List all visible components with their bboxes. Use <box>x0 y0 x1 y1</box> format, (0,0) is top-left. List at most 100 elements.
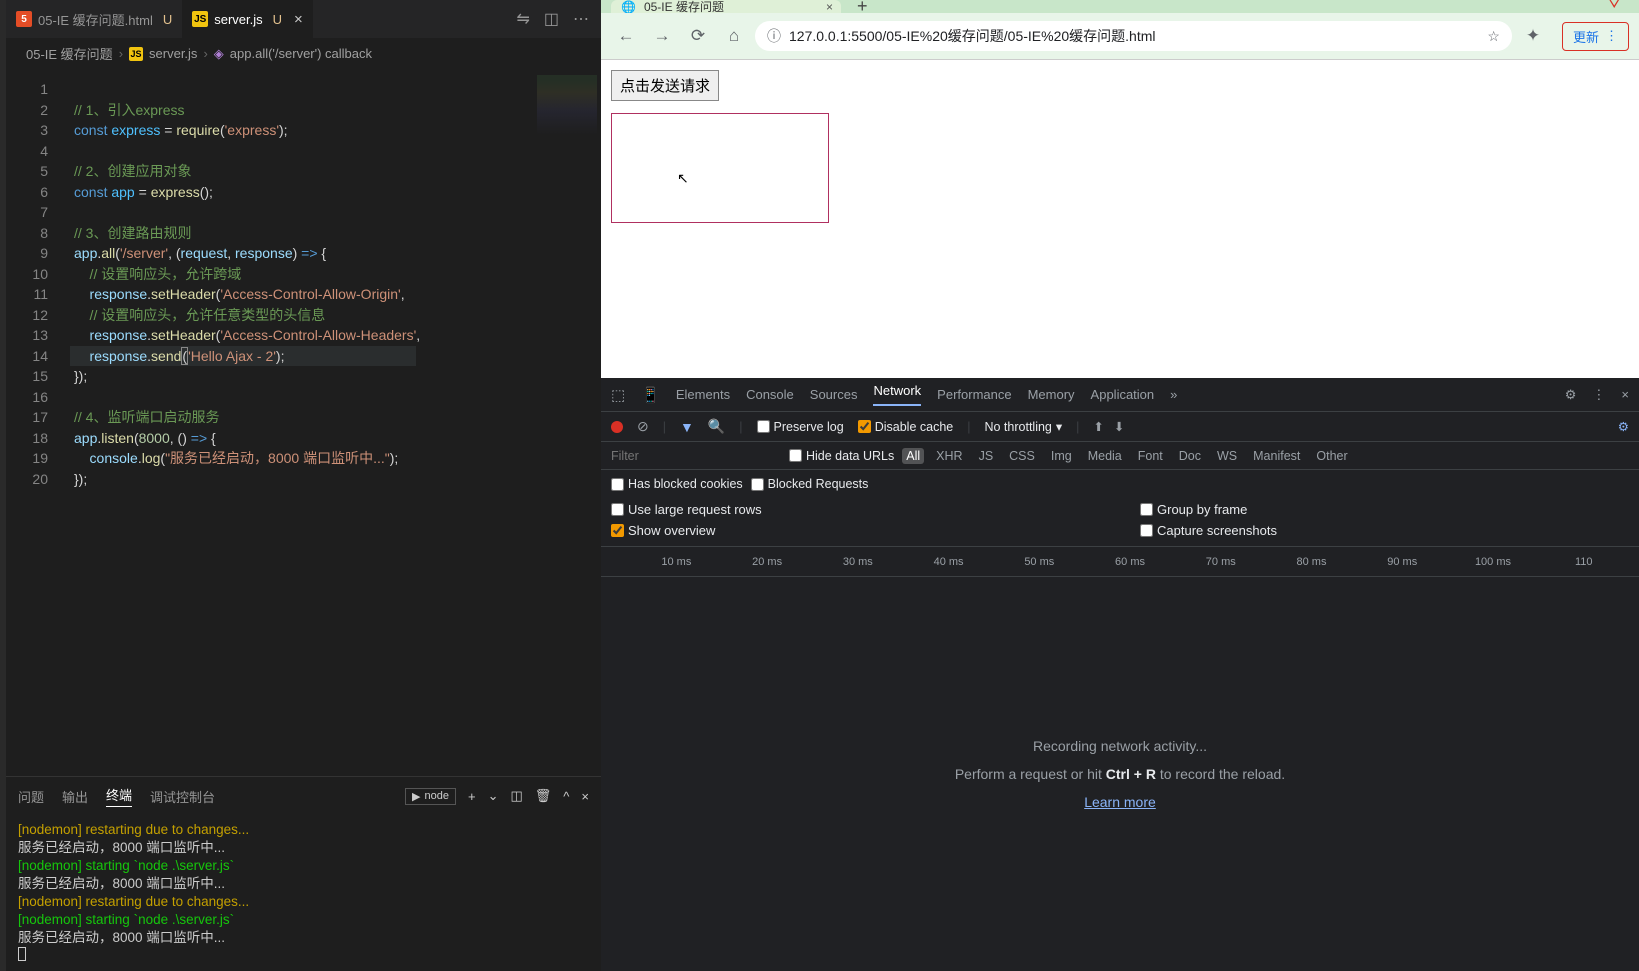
hide-data-urls-checkbox[interactable]: Hide data URLs <box>789 449 894 463</box>
js-file-icon: JS <box>192 11 208 27</box>
filter-icon[interactable]: ▼ <box>680 419 694 435</box>
tab-debug-console[interactable]: 调试控制台 <box>150 787 215 806</box>
page-content: 点击发送请求 ↖ <box>601 60 1639 378</box>
filter-type-xhr[interactable]: XHR <box>932 448 966 464</box>
trash-icon[interactable]: 🗑 <box>535 788 552 804</box>
result-box <box>611 113 829 223</box>
dirty-indicator: U <box>163 12 172 27</box>
terminal-profile[interactable]: ▶ node <box>405 788 456 805</box>
record-button[interactable] <box>611 421 623 433</box>
editor-tabs: 5 05-IE 缓存问题.html U JS server.js U × ⇋ ◫… <box>6 0 601 38</box>
code-editor[interactable]: 1234567891011121314151617181920 // 1、引入e… <box>6 69 601 776</box>
learn-more-link[interactable]: Learn more <box>1084 794 1156 810</box>
filter-type-media[interactable]: Media <box>1084 448 1126 464</box>
filter-type-img[interactable]: Img <box>1047 448 1076 464</box>
browser-panel: 🌐 05-IE 缓存问题 × + ⛛ ← → ⟳ ⌂ ⓘ 127.0.0.1:5… <box>601 0 1639 971</box>
network-filter-row2: Has blocked cookies Blocked Requests <box>601 470 1639 498</box>
filter-type-other[interactable]: Other <box>1312 448 1351 464</box>
chevron-up-icon[interactable]: ^ <box>563 789 569 804</box>
new-terminal-icon[interactable]: + <box>468 789 476 804</box>
clear-icon[interactable]: ⊘ <box>637 418 649 435</box>
settings-icon[interactable]: ⚙ <box>1618 419 1629 434</box>
throttling-select[interactable]: No throttling ▾ <box>984 419 1062 434</box>
tab-terminal[interactable]: 终端 <box>106 785 132 807</box>
close-icon[interactable]: × <box>294 11 303 28</box>
group-frame-checkbox[interactable]: Group by frame <box>1140 502 1629 517</box>
disable-cache-checkbox[interactable]: Disable cache <box>858 420 954 434</box>
warning-icon[interactable]: ⛛ <box>1608 0 1639 13</box>
filter-type-all[interactable]: All <box>902 448 924 464</box>
split-editor-icon[interactable]: ◫ <box>544 9 559 29</box>
network-filter-row: Hide data URLs All XHR JS CSS Img Media … <box>601 442 1639 470</box>
show-overview-checkbox[interactable]: Show overview <box>611 523 1100 538</box>
breadcrumb-file: server.js <box>149 46 197 61</box>
capture-screenshots-checkbox[interactable]: Capture screenshots <box>1140 523 1629 538</box>
tab-output[interactable]: 输出 <box>62 787 88 806</box>
tab-label: 05-IE 缓存问题.html <box>38 10 153 29</box>
upload-icon[interactable]: ⬆ <box>1093 419 1103 434</box>
tab-application[interactable]: Application <box>1091 387 1155 402</box>
filter-type-font[interactable]: Font <box>1134 448 1167 464</box>
filter-input[interactable] <box>611 449 781 463</box>
terminal-panel: 问题 输出 终端 调试控制台 ▶ node + ⌄ ◫ 🗑 ^ × [nodem… <box>6 776 601 971</box>
network-timeline[interactable]: 10 ms20 ms30 ms40 ms50 ms60 ms70 ms80 ms… <box>601 547 1639 577</box>
devtools-tabs: ⬚ 📱 Elements Console Sources Network Per… <box>601 378 1639 412</box>
breadcrumb-symbol: app.all('/server') callback <box>230 46 372 61</box>
split-terminal-icon[interactable]: ◫ <box>510 788 522 804</box>
back-button[interactable]: ← <box>611 21 641 51</box>
download-icon[interactable]: ⬇ <box>1114 419 1124 434</box>
minimap[interactable] <box>537 75 597 135</box>
tab-memory[interactable]: Memory <box>1028 387 1075 402</box>
tab-js-file[interactable]: JS server.js U × <box>182 0 313 38</box>
browser-tab[interactable]: 🌐 05-IE 缓存问题 × <box>611 0 841 13</box>
filter-type-manifest[interactable]: Manifest <box>1249 448 1304 464</box>
search-icon[interactable]: 🔍 <box>708 418 725 435</box>
more-icon[interactable]: ⋯ <box>573 9 589 29</box>
html-file-icon: 5 <box>16 11 32 27</box>
menu-icon[interactable]: ⋮ <box>1592 387 1605 403</box>
tab-label: server.js <box>214 12 262 27</box>
filter-type-js[interactable]: JS <box>975 448 998 464</box>
terminal-tabs: 问题 输出 终端 调试控制台 ▶ node + ⌄ ◫ 🗑 ^ × <box>6 777 601 815</box>
tab-performance[interactable]: Performance <box>937 387 1011 402</box>
breadcrumb[interactable]: 05-IE 缓存问题 › JS server.js › ◈ app.all('/… <box>6 38 601 69</box>
reload-button[interactable]: ⟳ <box>683 21 713 51</box>
extensions-icon[interactable]: ✦ <box>1518 21 1548 51</box>
url-field[interactable]: ⓘ 127.0.0.1:5500/05-IE%20缓存问题/05-IE%20缓存… <box>755 21 1512 51</box>
blocked-cookies-checkbox[interactable]: Has blocked cookies <box>611 477 743 491</box>
close-icon[interactable]: × <box>826 0 833 13</box>
tab-console[interactable]: Console <box>746 387 794 402</box>
vscode-panel: 5 05-IE 缓存问题.html U JS server.js U × ⇋ ◫… <box>0 0 601 971</box>
large-rows-checkbox[interactable]: Use large request rows <box>611 502 1100 517</box>
inspect-icon[interactable]: ⬚ <box>611 386 625 404</box>
close-icon[interactable]: × <box>581 789 589 804</box>
device-toggle-icon[interactable]: 📱 <box>641 386 660 404</box>
terminal-output[interactable]: [nodemon] restarting due to changes...服务… <box>6 815 601 971</box>
tab-network[interactable]: Network <box>873 383 921 406</box>
bookmark-icon[interactable]: ☆ <box>1487 28 1500 45</box>
preserve-log-checkbox[interactable]: Preserve log <box>757 420 844 434</box>
close-icon[interactable]: × <box>1621 387 1629 402</box>
filter-type-css[interactable]: CSS <box>1005 448 1039 464</box>
chevron-right-icon: › <box>203 46 207 61</box>
send-request-button[interactable]: 点击发送请求 <box>611 70 719 101</box>
chevron-down-icon[interactable]: ⌄ <box>488 788 499 804</box>
tab-problems[interactable]: 问题 <box>18 787 44 806</box>
filter-type-ws[interactable]: WS <box>1213 448 1241 464</box>
blocked-requests-checkbox[interactable]: Blocked Requests <box>751 477 869 491</box>
settings-icon[interactable]: ⚙ <box>1565 387 1577 403</box>
tab-sources[interactable]: Sources <box>810 387 858 402</box>
code-content[interactable]: // 1、引入express const express = require('… <box>66 69 420 776</box>
tab-html-file[interactable]: 5 05-IE 缓存问题.html U <box>6 0 182 38</box>
site-info-icon[interactable]: ⓘ <box>767 26 781 46</box>
filter-type-doc[interactable]: Doc <box>1175 448 1205 464</box>
chevron-right-icon: › <box>119 46 123 61</box>
new-tab-button[interactable]: + <box>841 0 872 13</box>
home-button[interactable]: ⌂ <box>719 21 749 51</box>
chevron-down-icon: ▾ <box>1056 419 1062 434</box>
compare-icon[interactable]: ⇋ <box>516 9 529 29</box>
update-button[interactable]: 更新 ⋮ <box>1562 22 1629 51</box>
forward-button[interactable]: → <box>647 21 677 51</box>
more-tabs-icon[interactable]: » <box>1170 387 1177 402</box>
tab-elements[interactable]: Elements <box>676 387 730 402</box>
